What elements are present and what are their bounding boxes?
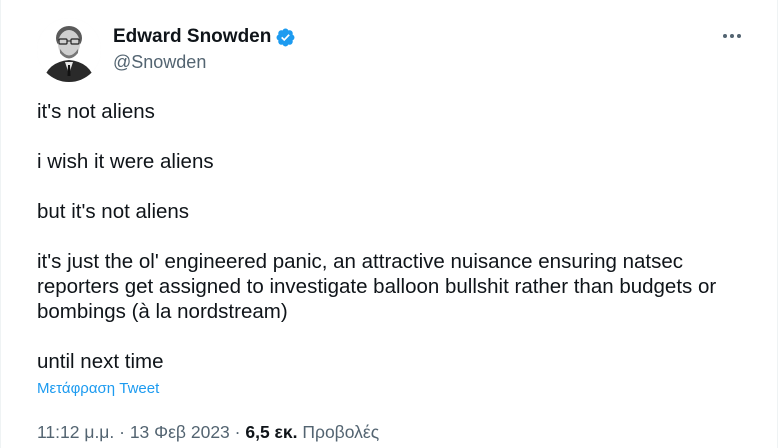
tweet-paragraph: it's just the ol' engineered panic, an a…	[37, 250, 722, 323]
tweet-paragraph: until next time	[37, 350, 164, 373]
author-handle[interactable]: @Snowden	[113, 52, 296, 73]
dot	[737, 34, 741, 38]
tweet-date[interactable]: 13 Φεβ 2023	[130, 422, 230, 442]
tweet-time[interactable]: 11:12 μ.μ.	[37, 422, 114, 442]
tweet-text: it's not aliens i wish it were aliens bu…	[37, 99, 761, 374]
tweet-view: Edward Snowden @Snowden it's not aliens …	[0, 0, 778, 448]
avatar[interactable]	[37, 18, 101, 82]
views-label: Προβολές	[302, 422, 380, 442]
translate-tweet-link[interactable]: Μετάφραση Tweet	[37, 380, 159, 397]
tweet-header: Edward Snowden @Snowden	[37, 16, 761, 86]
more-options-icon[interactable]	[717, 26, 747, 46]
avatar-image	[37, 18, 101, 82]
name-row: Edward Snowden	[113, 26, 296, 48]
dot	[723, 34, 727, 38]
tweet-meta: 11:12 μ.μ. · 13 Φεβ 2023 · 6,5 εκ. Προβο…	[37, 422, 379, 443]
dot	[730, 34, 734, 38]
meta-separator: ·	[234, 422, 241, 442]
verified-badge-icon	[275, 27, 296, 48]
tweet-paragraph: it's not aliens	[37, 100, 155, 123]
tweet-paragraph: but it's not aliens	[37, 200, 190, 223]
views-count: 6,5 εκ.	[245, 422, 298, 442]
author-names: Edward Snowden @Snowden	[113, 26, 296, 73]
meta-separator: ·	[119, 422, 125, 442]
author-display-name[interactable]: Edward Snowden	[113, 26, 271, 48]
tweet-paragraph: i wish it were aliens	[37, 150, 214, 173]
